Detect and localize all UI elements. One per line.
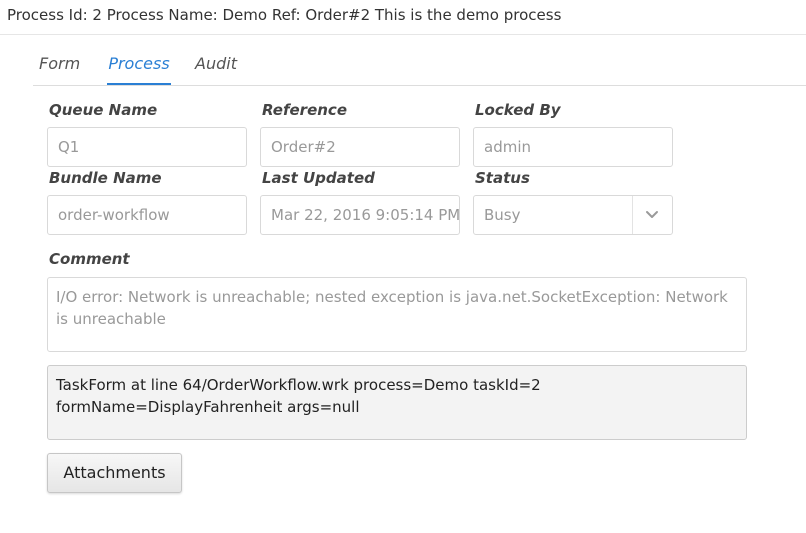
status-label: Status [475, 169, 530, 187]
tab-bar: Form Process Audit [33, 46, 806, 86]
reference-label: Reference [262, 101, 347, 119]
status-value: Busy [484, 206, 521, 224]
queue-name-field[interactable]: Q1 [47, 127, 247, 167]
tab-form[interactable]: Form [39, 46, 80, 84]
reference-field[interactable]: Order#2 [260, 127, 460, 167]
locked-by-field[interactable]: admin [473, 127, 673, 167]
header-divider [0, 34, 806, 35]
task-info-textarea[interactable]: TaskForm at line 64/OrderWorkflow.wrk pr… [47, 365, 747, 440]
tab-process[interactable]: Process [107, 46, 171, 85]
attachments-button[interactable]: Attachments [47, 453, 182, 493]
process-header: Process Id: 2 Process Name: Demo Ref: Or… [7, 6, 562, 24]
tab-audit[interactable]: Audit [195, 46, 237, 84]
bundle-name-label: Bundle Name [49, 169, 162, 187]
last-updated-field[interactable]: Mar 22, 2016 9:05:14 PM [260, 195, 460, 235]
queue-name-label: Queue Name [49, 101, 158, 119]
select-divider [632, 196, 633, 234]
status-select[interactable]: Busy [473, 195, 673, 235]
chevron-down-icon[interactable] [645, 208, 659, 222]
bundle-name-field[interactable]: order-workflow [47, 195, 247, 235]
comment-label: Comment [49, 250, 130, 268]
last-updated-label: Last Updated [262, 169, 375, 187]
comment-textarea[interactable]: I/O error: Network is unreachable; neste… [47, 277, 747, 352]
locked-by-label: Locked By [475, 101, 561, 119]
